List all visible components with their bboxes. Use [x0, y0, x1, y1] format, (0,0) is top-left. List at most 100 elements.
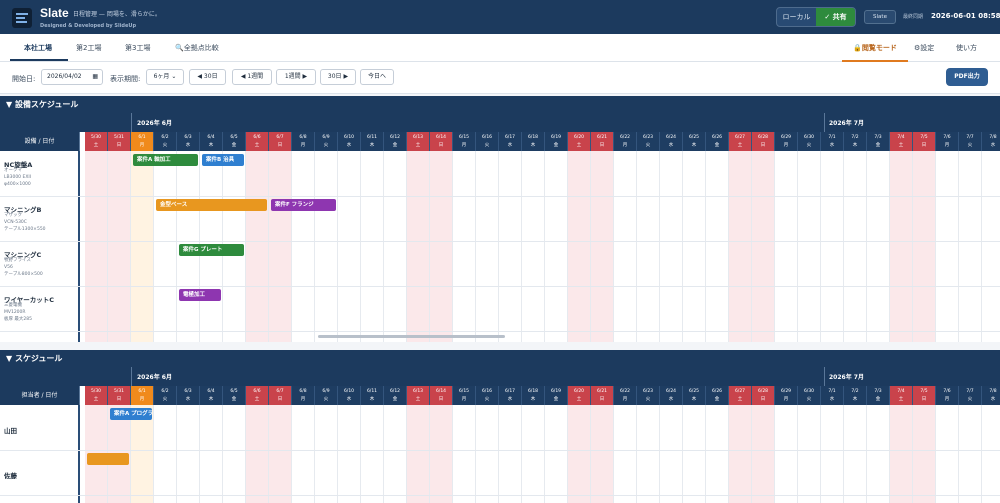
- slate-button-label: Slate: [873, 14, 887, 20]
- day-column: [959, 151, 982, 342]
- day-column: [890, 405, 913, 503]
- period-select[interactable]: 6ヶ月 ⌄: [146, 69, 184, 85]
- schedule-bar[interactable]: 電極加工: [179, 289, 221, 301]
- schedule-bar[interactable]: 案件A プログラム: [110, 408, 152, 420]
- day-weekday: 日: [760, 143, 766, 148]
- schedule-bar[interactable]: 案件B 治具: [202, 154, 244, 166]
- pdf-export-button[interactable]: PDF出力: [946, 68, 988, 86]
- tab-compare-all[interactable]: 🔍全拠点比較: [175, 43, 219, 53]
- day-date: 6/8: [299, 135, 307, 140]
- day-column: [936, 151, 959, 342]
- slate-button[interactable]: Slate: [864, 10, 896, 24]
- day-weekday: 土: [898, 143, 904, 148]
- forward-30-days-button[interactable]: 30日 ▶: [320, 69, 356, 85]
- day-weekday: 木: [852, 143, 858, 148]
- day-date: 6/20: [573, 389, 585, 394]
- day-header-cell: 6/11 木: [361, 132, 384, 151]
- day-weekday: 日: [116, 397, 122, 402]
- day-weekday: 火: [806, 143, 812, 148]
- day-header-cell: 6/10 水: [338, 386, 361, 405]
- day-header-cell: 6/23 火: [637, 132, 660, 151]
- schedule-bar[interactable]: [87, 453, 129, 465]
- day-date: 7/5: [920, 135, 928, 140]
- start-date-input[interactable]: 2026/04/02 ▦: [41, 69, 103, 85]
- day-weekday: 日: [760, 397, 766, 402]
- row-divider: [0, 241, 1000, 242]
- day-weekday: 土: [576, 143, 582, 148]
- day-column: [269, 151, 292, 342]
- day-column: [660, 151, 683, 342]
- day-weekday: 金: [231, 397, 237, 402]
- day-date: 6/19: [550, 389, 562, 394]
- mode-local-button[interactable]: ローカル: [777, 8, 816, 26]
- day-header-cell: 6/1 月: [131, 132, 154, 151]
- day-date: 6/23: [642, 135, 654, 140]
- day-weekday: 月: [622, 397, 628, 402]
- day-column: [85, 151, 108, 342]
- app-header: Slate 日程管理 — 岡場を、滑らかに。 Designed & Develo…: [0, 0, 1000, 34]
- back-30-days-button[interactable]: ◀ 30日: [189, 69, 226, 85]
- day-weekday: 土: [254, 397, 260, 402]
- day-column: [476, 405, 499, 503]
- day-column: [338, 405, 361, 503]
- schedule-bar[interactable]: 案件G プレート: [179, 244, 244, 256]
- row-name: 山田: [4, 427, 17, 435]
- day-weekday: 日: [921, 143, 927, 148]
- tab-factory-2[interactable]: 第2工場: [76, 43, 101, 53]
- day-header-cell: 6/5 金: [223, 132, 246, 151]
- section-title[interactable]: ▼ 設備スケジュール: [0, 96, 1000, 113]
- day-header-cell: 6/20 土: [568, 132, 591, 151]
- day-weekday: 木: [369, 397, 375, 402]
- schedule-bar[interactable]: 案件A 軸加工: [133, 154, 198, 166]
- day-date: 5/31: [113, 135, 125, 140]
- back-1-week-button[interactable]: ◀ 1週間: [232, 69, 272, 85]
- mode-shared-button[interactable]: ✓ 共有: [816, 8, 855, 26]
- tab-factory-3[interactable]: 第3工場: [125, 43, 150, 53]
- day-column: [292, 151, 315, 342]
- day-date: 6/13: [412, 135, 424, 140]
- horizontal-scrollbar[interactable]: [318, 335, 505, 338]
- day-date: 6/1: [138, 389, 146, 394]
- day-header-cell: 7/8 水: [982, 386, 1000, 405]
- day-date: 7/2: [851, 389, 859, 394]
- day-weekday: 木: [852, 397, 858, 402]
- day-weekday: 火: [967, 397, 973, 402]
- month-header-row: 2026年 6月 2026年 7月: [0, 367, 1000, 386]
- logo-icon: [12, 8, 32, 28]
- day-column: [154, 405, 177, 503]
- day-header-cell: 6/9 火: [315, 386, 338, 405]
- day-weekday: 金: [231, 143, 237, 148]
- today-button[interactable]: 今日へ: [360, 69, 394, 85]
- day-date: 6/18: [527, 389, 539, 394]
- settings-button[interactable]: ⚙設定: [914, 43, 934, 53]
- day-header-cell: 7/4 土: [890, 132, 913, 151]
- day-column: [246, 151, 269, 342]
- storage-mode-toggle[interactable]: ローカル ✓ 共有: [776, 7, 856, 27]
- day-date: 6/24: [665, 135, 677, 140]
- day-weekday: 金: [392, 143, 398, 148]
- day-weekday: 火: [806, 397, 812, 402]
- day-column: [200, 405, 223, 503]
- schedule-bar[interactable]: 案件F フランジ: [271, 199, 336, 211]
- day-header-cell: 6/7 日: [269, 132, 292, 151]
- day-column: [591, 405, 614, 503]
- day-column: [637, 405, 660, 503]
- day-date: 6/19: [550, 135, 562, 140]
- active-tab-indicator: [10, 59, 68, 61]
- schedule-bar[interactable]: 金型ベース: [156, 199, 267, 211]
- view-mode-button[interactable]: 🔒閲覧モード: [842, 34, 908, 62]
- day-date: 6/2: [161, 135, 169, 140]
- row-spec: テーブル800×500: [4, 272, 43, 277]
- day-column: [729, 405, 752, 503]
- howto-button[interactable]: 使い方: [956, 43, 977, 53]
- forward-1-week-button[interactable]: 1週間 ▶: [276, 69, 316, 85]
- tab-factory-main[interactable]: 本社工場: [24, 43, 52, 53]
- day-weekday: 土: [93, 397, 99, 402]
- day-column: [614, 151, 637, 342]
- day-header-cell: 6/21 日: [591, 132, 614, 151]
- section-title[interactable]: ▼ スケジュール: [0, 350, 1000, 367]
- day-weekday: 日: [438, 397, 444, 402]
- day-header-cell: 6/21 日: [591, 386, 614, 405]
- day-header-cell: 7/4 土: [890, 386, 913, 405]
- day-header-cell: 7/1 水: [821, 132, 844, 151]
